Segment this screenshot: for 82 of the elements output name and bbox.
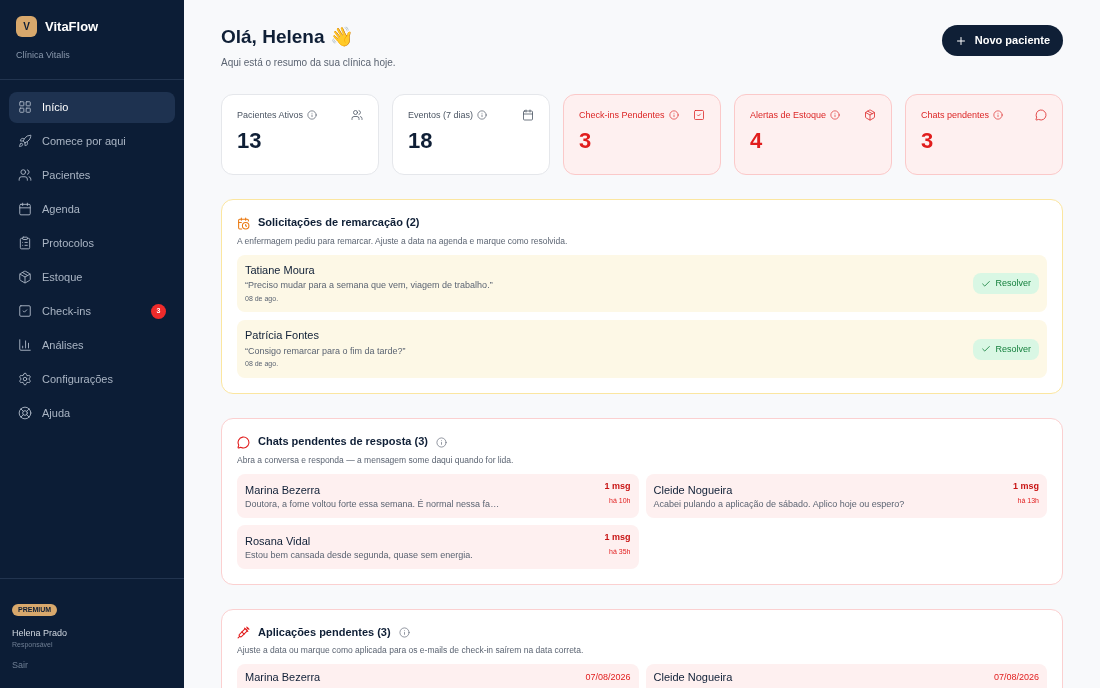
message-preview: Acabei pulando a aplicação de sábado. Aplico hoje ou espero?	[653, 499, 906, 511]
users-icon	[351, 109, 363, 122]
section-description: A enfermagem pediu para remarcar. Ajuste a data na agenda e marque como resolvida.	[237, 236, 569, 247]
checkbox-icon	[693, 109, 705, 122]
application-row[interactable]: Marina Bezerra 07/08/2026	[237, 663, 639, 688]
message-preview: Estou bem cansada desde segunda, quase sem energia.	[245, 550, 474, 562]
patient-name: Tatiane Moura	[245, 263, 316, 278]
info-icon[interactable]	[668, 110, 679, 121]
box-icon	[18, 270, 32, 284]
info-icon[interactable]	[307, 110, 318, 121]
request-quote: “Consigo remarcar para o fim da tarde?”	[245, 346, 407, 358]
section-title: Chats pendentes de resposta (3)	[258, 435, 428, 449]
settings-icon	[18, 372, 32, 386]
greeting-title: Olá, Helena 👋	[221, 25, 355, 49]
info-icon[interactable]	[435, 436, 447, 448]
patient-name: Patrícia Fontes	[245, 329, 320, 344]
calendar-icon	[18, 202, 32, 216]
calendar-icon	[522, 109, 534, 122]
stat-value: 13	[237, 127, 263, 155]
stat-label: Chats pendentes	[921, 109, 990, 121]
calendar-clock-icon	[237, 216, 250, 230]
patient-name: Marina Bezerra	[245, 483, 322, 498]
stat-value: 3	[579, 127, 593, 155]
brand-name: VitaFlow	[45, 17, 99, 36]
lifebuoy-icon	[18, 406, 32, 420]
brand-logo: V	[16, 16, 37, 37]
check-icon	[981, 278, 992, 289]
application-row[interactable]: Cleide Nogueira 07/08/2026	[645, 663, 1047, 688]
application-date: 07/08/2026	[585, 672, 631, 684]
info-icon[interactable]	[477, 110, 488, 121]
nav-item[interactable]: Comece por aqui	[9, 125, 175, 157]
stat-value: 4	[750, 127, 764, 155]
chat-icon	[237, 435, 250, 449]
request-quote: “Preciso mudar para a semana que vem, viagem de trabalho.”	[245, 280, 494, 292]
greeting-subtitle: Aqui está o resumo da sua clínica hoje.	[221, 56, 396, 70]
stat-label: Alertas de Estoque	[750, 109, 827, 121]
checkbox-icon	[18, 304, 32, 318]
patient-name: Cleide Nogueira	[653, 670, 734, 685]
nav-item[interactable]: Início	[9, 91, 175, 123]
stat-value: 3	[921, 127, 935, 155]
section-description: Ajuste a data ou marque como aplicada para os e-mails de check-in saírem na data correta.	[237, 645, 585, 656]
stat-label: Pacientes Ativos	[237, 109, 304, 121]
dashboard-icon	[18, 100, 32, 114]
info-icon[interactable]	[993, 110, 1004, 121]
message-count: 1 msg	[1013, 480, 1039, 492]
stat-label: Eventos (7 dias)	[408, 109, 474, 121]
box-icon	[864, 109, 876, 122]
message-preview: Doutora, a fome voltou forte essa semana. É normal nessa fa…	[245, 499, 501, 511]
section-title: Aplicações pendentes (3)	[258, 625, 391, 640]
resolve-button[interactable]: Resolver	[973, 338, 1039, 360]
new-patient-button[interactable]: Novo paciente	[941, 25, 1063, 56]
users-icon	[18, 168, 32, 182]
plus-icon	[954, 34, 967, 47]
info-icon[interactable]	[830, 110, 841, 121]
nav-item[interactable]: Configurações	[9, 363, 175, 395]
resolve-button[interactable]: Resolver	[973, 273, 1039, 294]
patient-name: Rosana Vidal	[245, 534, 312, 549]
section-title: Solicitações de remarcação (2)	[258, 216, 420, 230]
info-icon[interactable]	[398, 626, 410, 638]
nav-item[interactable]: Pacientes	[9, 159, 175, 191]
section-description: Abra a conversa e responda — a mensagem some daqui quando for lida.	[237, 454, 515, 466]
nav-item[interactable]: Análises	[9, 329, 175, 361]
patient-name: Cleide Nogueira	[653, 483, 734, 498]
application-date: 07/08/2026	[993, 672, 1039, 684]
bar-chart-icon	[18, 338, 32, 352]
check-icon	[981, 344, 992, 355]
user-name: Helena Prado	[12, 626, 69, 640]
message-count: 1 msg	[604, 531, 631, 543]
nav-item[interactable]: Estoque	[9, 261, 175, 293]
patient-name: Marina Bezerra	[245, 670, 322, 685]
stat-value: 18	[408, 127, 434, 155]
logout-link[interactable]: Sair	[12, 658, 172, 672]
rocket-icon	[18, 134, 32, 148]
clipboard-icon	[18, 236, 32, 250]
chat-icon	[1035, 109, 1047, 122]
nav-item[interactable]: Ajuda	[9, 397, 175, 429]
clinic-name: Clínica Vitalis	[16, 49, 71, 62]
stat-label: Check-ins Pendentes	[579, 109, 665, 121]
message-count: 1 msg	[604, 480, 631, 492]
syringe-icon	[237, 625, 250, 639]
nav-item[interactable]: Agenda	[9, 193, 175, 225]
nav-item[interactable]: Protocolos	[9, 227, 175, 259]
